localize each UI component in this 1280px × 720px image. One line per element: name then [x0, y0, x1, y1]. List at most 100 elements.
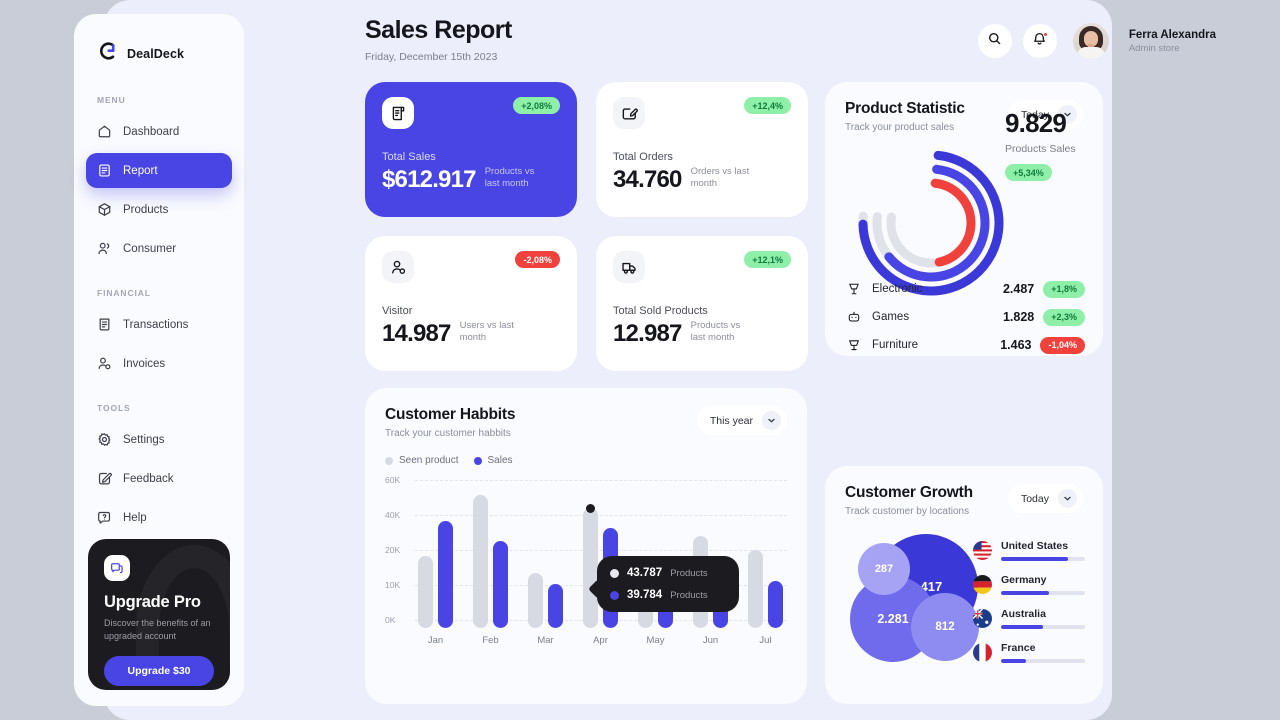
card-title: Customer Habbits [385, 406, 516, 423]
card-title: Product Statistic [845, 100, 965, 117]
tooltip-row: 39.784 Products [610, 589, 726, 601]
progress-bar [1001, 557, 1085, 561]
sidebar-item-label: Settings [123, 433, 165, 446]
stat-card-total-sales[interactable]: +2,08% Total Sales $612.917 Products vs … [365, 82, 577, 217]
stat-card-total-orders[interactable]: +12,4% Total Orders 34.760 Orders vs las… [596, 82, 808, 217]
bar-group-jul[interactable] [748, 550, 783, 628]
country-name: Germany [1001, 574, 1047, 586]
sidebar-item-products[interactable]: Products [86, 192, 232, 227]
flag-de [973, 575, 992, 594]
sidebar-item-invoices[interactable]: Invoices [86, 346, 232, 381]
brand[interactable]: DealDeck [74, 14, 244, 67]
sidebar-item-transactions[interactable]: Transactions [86, 307, 232, 342]
list-item[interactable]: Germany [973, 574, 1085, 595]
product-statistic-card: Product Statistic Track your product sal… [825, 82, 1103, 356]
bar-seen-product [473, 495, 488, 628]
search-button[interactable] [977, 24, 1012, 58]
bubble-france[interactable]: 287 [858, 543, 910, 595]
habbits-range-select[interactable]: This year [696, 406, 787, 435]
y-axis-labels: 60K 40K 20K 10K 0K [385, 475, 411, 628]
product-name: Games [872, 311, 910, 323]
sidebar-item-label: Consumer [123, 242, 177, 255]
user-check-icon [97, 356, 112, 371]
customer-growth-card: Customer Growth Track customer by locati… [825, 466, 1103, 704]
stat-value: 34.760 [613, 166, 682, 193]
legend-item-sales: Sales [473, 455, 513, 466]
y-tick: 20K [385, 545, 401, 555]
product-statistic-summary: 9.829 Products Sales +5,34% [1005, 108, 1076, 181]
tooltip-dot [610, 568, 619, 578]
sidebar: DealDeck MENU Dashboard Report Products … [74, 14, 244, 706]
box-icon [97, 202, 112, 217]
sidebar-item-settings[interactable]: Settings [86, 422, 232, 457]
stat-card-total-sold-products[interactable]: +12,1% Total Sold Products 12.987 Produc… [596, 236, 808, 371]
list-item[interactable]: Electronic 2.487 +1,8% [845, 276, 1085, 302]
legend-dot [385, 456, 393, 465]
sidebar-item-label: Invoices [123, 357, 166, 370]
avatar[interactable] [1072, 23, 1109, 59]
list-item[interactable]: Australia [973, 608, 1085, 629]
stat-value: 12.987 [613, 320, 682, 347]
x-tick: May [646, 635, 665, 646]
stat-label: Total Sales [382, 151, 436, 163]
upgrade-subtitle: Discover the benefits of an upgraded acc… [104, 618, 211, 642]
sidebar-item-report[interactable]: Report [86, 153, 232, 188]
user-role: Admin store [1128, 42, 1180, 54]
list-item[interactable]: Furniture 1.463 -1,04% [845, 332, 1085, 358]
stat-value: $612.917 [382, 166, 477, 193]
list-item[interactable]: Games 1.828 +2,3% [845, 304, 1085, 330]
header-actions: Ferra Alexandra Admin store [977, 23, 1216, 59]
y-tick: 40K [385, 510, 401, 520]
sidebar-nav: MENU Dashboard Report Products Consumer … [74, 95, 244, 539]
stat-note: Products vs last month [484, 166, 535, 190]
tooltip-value: 39.784 [627, 589, 663, 601]
nav-section-menu: MENU [97, 95, 126, 105]
bar-seen-product [528, 573, 543, 628]
upgrade-title: Upgrade Pro [104, 593, 201, 611]
chevron-down-icon [1058, 489, 1077, 508]
customer-growth-range-select[interactable]: Today [1007, 484, 1083, 513]
user-info[interactable]: Ferra Alexandra Admin store [1129, 29, 1216, 54]
bar-group-feb[interactable] [473, 495, 508, 628]
visitor-icon [382, 251, 414, 283]
page-date: Friday, December 15th 2023 [365, 51, 498, 63]
legend-label: Seen product [399, 455, 459, 466]
progress-bar [1001, 625, 1085, 629]
country-name: Australia [1001, 608, 1046, 620]
status-badge: +2,3% [1043, 308, 1085, 326]
sidebar-item-dashboard[interactable]: Dashboard [86, 114, 232, 149]
nav-section-financial: FINANCIAL [97, 288, 151, 298]
bubble-australia[interactable]: 812 [911, 593, 979, 661]
list-item[interactable]: United States [973, 540, 1085, 561]
bar-group-jan[interactable] [418, 521, 453, 628]
electronic-icon [845, 282, 862, 296]
y-tick: 0K [385, 615, 396, 625]
sidebar-item-feedback[interactable]: Feedback [86, 461, 232, 496]
card-title: Customer Growth [845, 484, 973, 501]
report-icon [97, 163, 112, 178]
list-item[interactable]: France [973, 642, 1085, 663]
sidebar-item-label: Transactions [123, 318, 189, 331]
sidebar-item-help[interactable]: Help [86, 500, 232, 535]
x-tick: Jul [759, 635, 772, 646]
stat-card-visitor[interactable]: -2,08% Visitor 14.987 Users vs last mont… [365, 236, 577, 371]
tooltip-unit: Products [670, 589, 708, 601]
bar-group-mar[interactable] [528, 573, 563, 628]
customer-growth-range-value: Today [1020, 492, 1049, 505]
chart-highlight-marker [586, 504, 595, 513]
chat-icon [104, 555, 130, 581]
tooltip-row: 43.787 Products [610, 567, 726, 579]
tooltip-dot [610, 590, 619, 600]
stat-note: Orders vs last month [690, 166, 750, 190]
receipt-icon [97, 317, 112, 332]
notifications-button[interactable] [1022, 24, 1057, 58]
bar-sales [548, 584, 563, 628]
card-subtitle: Track your product sales [845, 122, 955, 133]
legend-item-seen-product: Seen product [385, 455, 459, 466]
upgrade-button[interactable]: Upgrade $30 [104, 656, 214, 687]
progress-bar [1001, 591, 1085, 595]
status-badge: -1,04% [1040, 336, 1085, 354]
x-tick: Jan [427, 635, 444, 646]
y-tick: 10K [385, 580, 401, 590]
sidebar-item-consumer[interactable]: Consumer [86, 231, 232, 266]
